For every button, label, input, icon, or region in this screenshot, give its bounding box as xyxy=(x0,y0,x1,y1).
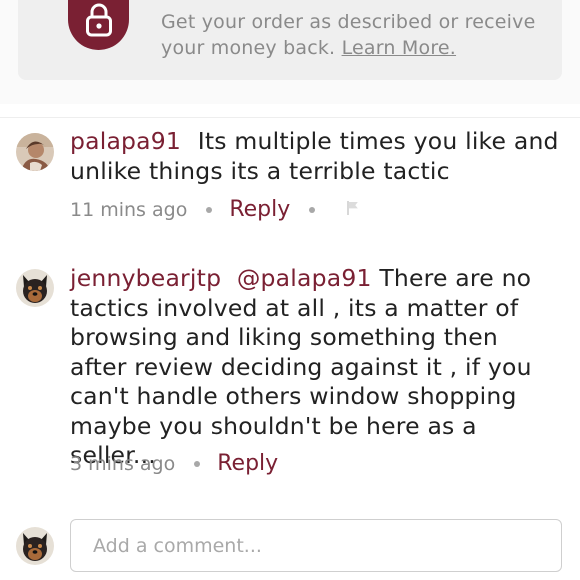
avatar-palapa91[interactable] xyxy=(16,133,54,171)
comment-timestamp: 3 mins ago xyxy=(70,453,176,475)
comment-mention[interactable]: @palapa91 xyxy=(237,264,372,292)
guarantee-card: Get your order as described or receive y… xyxy=(18,0,562,80)
avatar-jennybearjtp[interactable] xyxy=(16,269,54,307)
reply-button[interactable]: Reply xyxy=(217,452,278,476)
guarantee-line-2-text: your money back. xyxy=(161,37,336,59)
comment-username[interactable]: jennybearjtp xyxy=(70,264,221,292)
comment-text: palapa91 Its multiple times you like and… xyxy=(70,127,562,186)
comment-meta: 3 mins ago Reply xyxy=(70,452,278,476)
separator-dot xyxy=(194,461,201,467)
learn-more-link[interactable]: Learn More. xyxy=(342,37,456,59)
guarantee-section: Get your order as described or receive y… xyxy=(0,0,580,104)
add-comment-input[interactable] xyxy=(70,519,562,572)
reply-button[interactable]: Reply xyxy=(229,198,290,222)
flag-icon[interactable] xyxy=(346,198,360,222)
guarantee-line-1: Get your order as described or receive xyxy=(161,11,536,33)
separator-dot xyxy=(309,207,316,213)
separator-dot xyxy=(206,207,213,213)
comment-timestamp: 11 mins ago xyxy=(70,199,188,221)
comment-username[interactable]: palapa91 xyxy=(70,127,181,155)
guarantee-line-2: your money back. Learn More. xyxy=(161,35,561,61)
current-user-avatar xyxy=(16,527,54,565)
guarantee-text: Get your order as described or receive y… xyxy=(161,9,561,61)
comment-message: There are no tactics involved at all , i… xyxy=(70,264,532,469)
lock-glyph xyxy=(86,3,112,37)
comment-meta: 11 mins ago Reply xyxy=(70,198,360,222)
lock-icon xyxy=(68,0,129,50)
comment-text: jennybearjtp @palapa91 There are no tact… xyxy=(70,264,562,471)
comments-screen: Get your order as described or receive y… xyxy=(0,0,580,580)
divider xyxy=(0,117,580,118)
